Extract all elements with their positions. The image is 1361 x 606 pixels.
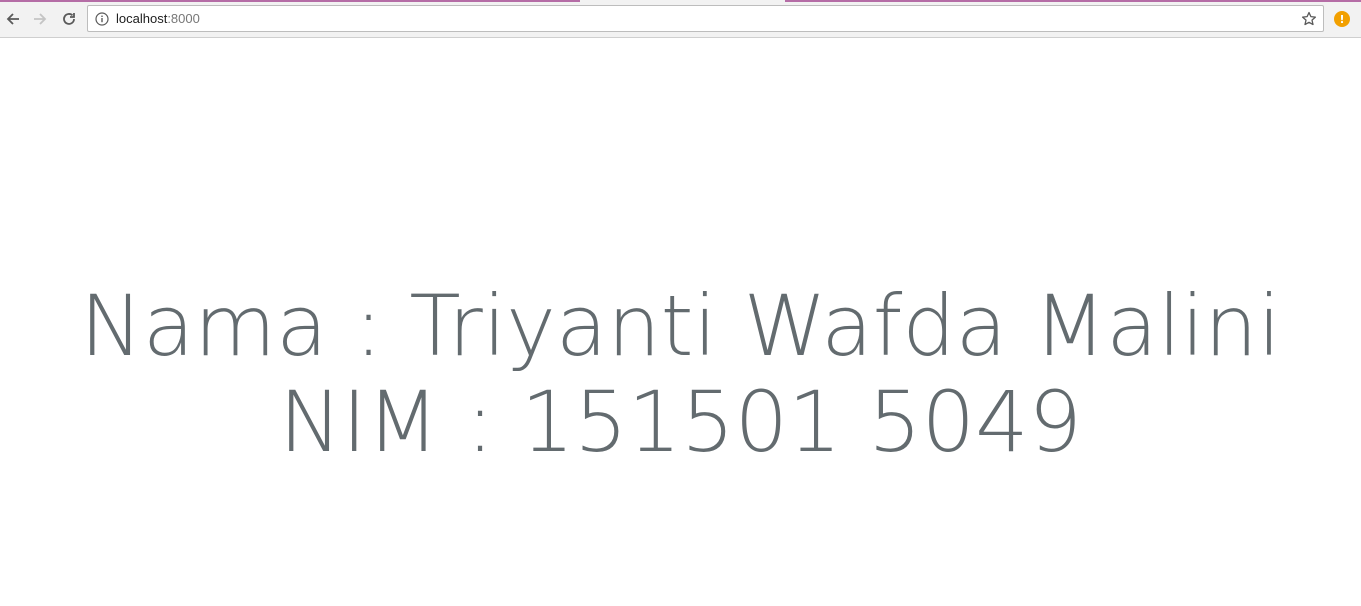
tab-strip-accent-left [0,0,580,2]
browser-toolbar: localhost:8000 ! [0,0,1361,38]
url-text[interactable]: localhost:8000 [116,11,200,26]
back-button[interactable] [2,8,24,30]
bookmark-star-icon[interactable] [1301,11,1317,27]
reload-button[interactable] [58,8,80,30]
extension-warning-icon[interactable]: ! [1334,11,1350,27]
arrow-left-icon [6,13,19,25]
forward-button[interactable] [29,8,51,30]
url-host: localhost [116,11,168,26]
address-bar[interactable]: localhost:8000 [87,5,1324,32]
nim-heading: NIM : 151501 5049 [279,373,1082,471]
arrow-right-icon [34,13,47,25]
url-port: :8000 [167,11,200,26]
page-content: Nama : Triyanti Wafda Malini NIM : 15150… [0,38,1361,606]
tab-strip-accent-right [785,0,1361,2]
name-heading: Nama : Triyanti Wafda Malini [80,277,1281,375]
reload-icon [63,13,75,25]
info-icon[interactable] [95,11,109,26]
